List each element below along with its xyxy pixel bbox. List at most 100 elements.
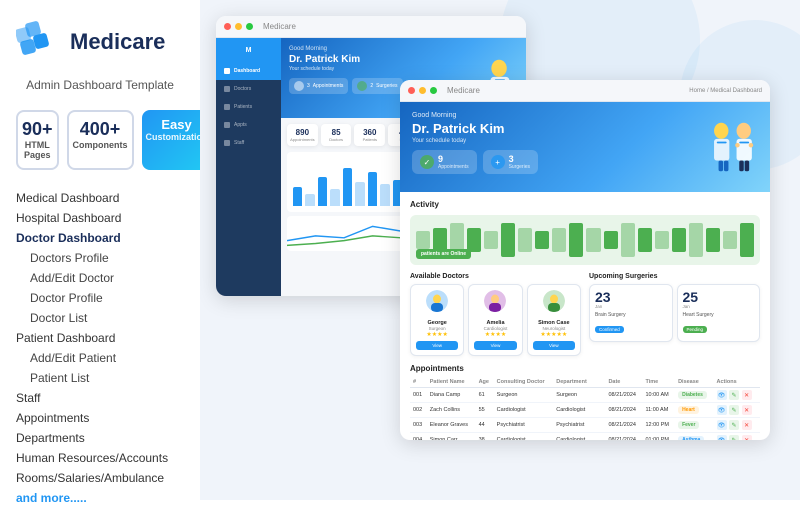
act-bar-13 [621,223,635,257]
stat-appt-label: Appointments [313,83,344,89]
nav-appointments[interactable]: Appointments [16,408,184,428]
customization-label: Customization [146,132,208,142]
doctor-view-btn-2[interactable]: View [533,341,575,350]
stat-surg-label: Surgeries [376,83,397,89]
cell-age: 38 [476,433,494,441]
mockup-sidebar-logo: M [216,38,281,62]
doctor-view-btn-1[interactable]: View [474,341,516,350]
action-view[interactable]: 👁 [717,405,727,415]
mb-pill-surgeries: + 3 Surgeries [483,150,538,174]
surgery-badge-0: Confirmed [595,326,624,333]
nav-staff[interactable]: Staff [16,388,184,408]
mockup-nav-dot-3 [224,104,230,110]
table-row: 002 Zach Collins 55 Cardiologist Cardiol… [410,403,760,418]
bottom-titlebar-minimize[interactable] [419,87,426,94]
action-edit[interactable]: ✎ [729,405,739,415]
mockup-greeting: Good Morning [289,46,518,52]
nav-add-edit-patient[interactable]: Add/Edit Patient [16,348,184,368]
action-edit[interactable]: ✎ [729,420,739,430]
titlebar-maximize[interactable] [246,23,253,30]
mockup-nav-medical[interactable]: Dashboard [216,62,281,80]
nav-patient-dashboard[interactable]: Patient Dashboard [16,328,184,348]
mockup-nav-dot-2 [224,86,230,92]
titlebar-minimize[interactable] [235,23,242,30]
activity-chart: patients are Online [410,215,760,265]
bottom-titlebar-text: Medicare [447,86,480,95]
action-view[interactable]: 👁 [717,435,727,440]
cell-dept: Cardiologist [553,433,605,441]
doctor-card-1[interactable]: Amelia Cardiologist ★★★★ View [468,284,522,356]
mockup-nav-patients[interactable]: Patients [216,98,281,116]
col-time: Time [642,377,675,388]
bar-5 [343,168,352,206]
html-pages-badge: 90+ HTML Pages [16,110,59,170]
activity-title: Activity [410,200,439,209]
available-doctors-section: Available Doctors George Surgeon ★★★★ V [410,273,581,356]
stat-icon-surgery [357,81,367,91]
cell-doctor: Psychiatrist [494,418,554,433]
bar-3 [318,177,327,206]
nav-patient-list[interactable]: Patient List [16,368,184,388]
cell-patient: Diana Camp [427,388,476,403]
action-delete[interactable]: ✕ [742,405,752,415]
cell-patient: Simon Carr [427,433,476,441]
nav-add-edit-doctor[interactable]: Add/Edit Doctor [16,268,184,288]
cell-id: 003 [410,418,427,433]
cell-doctor: Surgeon [494,388,554,403]
nav-hr-accounts[interactable]: Human Resources/Accounts [16,448,184,468]
appointments-table: # Patient Name Age Consulting Doctor Dep… [410,377,760,440]
mb-two-cols: Available Doctors George Surgeon ★★★★ V [410,273,760,356]
cell-time: 11:00 AM [642,403,675,418]
action-view[interactable]: 👁 [717,420,727,430]
doctor-view-btn-0[interactable]: View [416,341,458,350]
nav-doctor-profile[interactable]: Doctor Profile [16,288,184,308]
nav-doctor-list[interactable]: Doctor List [16,308,184,328]
doctor-stars-0: ★★★★ [416,331,458,338]
online-badge: patients are Online [416,249,471,259]
col-patient: Patient Name [427,377,476,388]
cell-age: 44 [476,418,494,433]
pill-icon-appt: ✓ [420,155,434,169]
act-bar-16 [672,228,686,253]
bottom-titlebar-close[interactable] [408,87,415,94]
mockup-nav-doctors[interactable]: Doctors [216,80,281,98]
medicare-logo-icon [16,20,60,64]
mockup-nav-staff[interactable]: Staff [216,134,281,152]
action-delete[interactable]: ✕ [742,420,752,430]
nav-doctor-dashboard[interactable]: Doctor Dashboard [16,228,184,248]
mockup-nav-appts[interactable]: Appts [216,116,281,134]
nav-hospital-dashboard[interactable]: Hospital Dashboard [16,208,184,228]
doctor-card-2[interactable]: Simon Case Neurologist ★★★★★ View [527,284,581,356]
brand-name: Medicare [70,29,165,55]
mockup-top-titlebar: Medicare [216,16,526,38]
bottom-titlebar-maximize[interactable] [430,87,437,94]
titlebar-close[interactable] [224,23,231,30]
col-actions: Actions [714,377,760,388]
mini-stat-doc-num: 85 [324,128,349,137]
act-bar-17 [689,223,703,257]
action-view[interactable]: 👁 [717,390,727,400]
nav-doctors-profile[interactable]: Doctors Profile [16,248,184,268]
col-age: Age [476,377,494,388]
bar-2 [305,194,314,206]
cell-time: 01:00 PM [642,433,675,441]
bar-4 [330,189,339,206]
doctor-avatar-1 [484,290,506,312]
doctor-card-0[interactable]: George Surgeon ★★★★ View [410,284,464,356]
action-delete[interactable]: ✕ [742,390,752,400]
action-edit[interactable]: ✎ [729,435,739,440]
doctor-avatar-0 [426,290,448,312]
brand-tagline: Admin Dashboard Template [16,78,184,92]
mockup-nav-dot-5 [224,140,230,146]
components-label: Components [73,140,128,150]
col-doctor: Consulting Doctor [494,377,554,388]
mini-stat-pat-label: Patients [357,137,382,142]
action-edit[interactable]: ✎ [729,390,739,400]
cell-date: 08/21/2024 [605,403,642,418]
nav-medical-dashboard[interactable]: Medical Dashboard [16,188,184,208]
stat-appt-num: 3 [307,83,310,89]
cell-patient: Zach Collins [427,403,476,418]
nav-departments[interactable]: Departments [16,428,184,448]
nav-rooms-salaries[interactable]: Rooms/Salaries/Ambulance [16,468,184,488]
action-delete[interactable]: ✕ [742,435,752,440]
